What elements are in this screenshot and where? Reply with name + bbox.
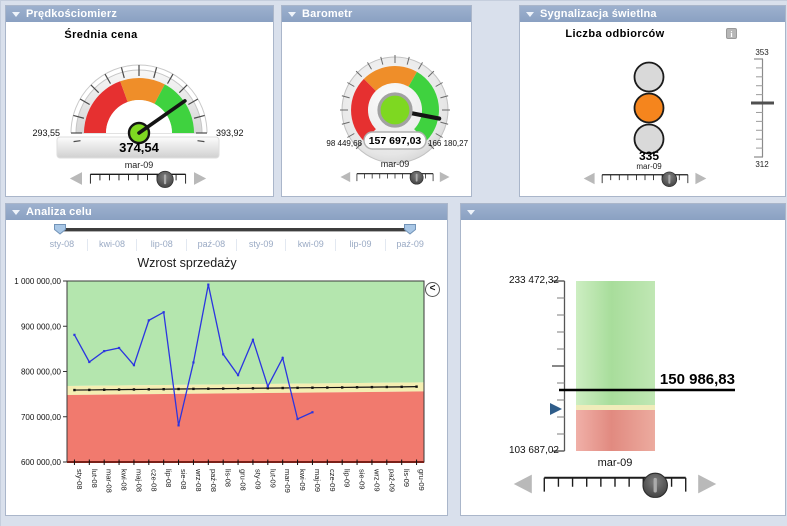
x-axis-tick-label: maj-09 bbox=[313, 469, 322, 492]
x-axis-tick-label: lis-08 bbox=[224, 469, 233, 487]
bar-scale-ticks bbox=[552, 281, 565, 451]
scale-max-label: 353 bbox=[748, 48, 776, 57]
panel-header bbox=[461, 204, 785, 220]
gauge-min-label: 98 449,68 bbox=[288, 139, 362, 148]
timeline-label: paź-08 bbox=[186, 239, 236, 251]
timeline-right-handle[interactable] bbox=[405, 225, 416, 235]
panel-goal-analysis: 1 000 000,00 900 000,00 800 000,00 700 000,… bbox=[5, 203, 448, 516]
timeline-label: sty-08 bbox=[37, 239, 87, 251]
period-slider[interactable] bbox=[511, 470, 719, 498]
period-slider[interactable] bbox=[582, 170, 708, 187]
x-axis-tick-label: sty-09 bbox=[253, 469, 262, 489]
metric-label: Liczba odbiorców bbox=[535, 28, 695, 40]
timeline-range-slider[interactable] bbox=[6, 222, 447, 238]
traffic-red-lamp bbox=[635, 63, 664, 92]
timeline-track[interactable] bbox=[60, 228, 410, 231]
x-axis-tick-label: paź-09 bbox=[387, 469, 396, 492]
panel-target-bar: 233 472,32 103 687,02 150 986,83 mar-09 bbox=[460, 203, 786, 516]
x-axis-tick-label: sie-09 bbox=[358, 469, 367, 489]
x-axis-tick-label: wrz-09 bbox=[372, 468, 381, 492]
target-value-label: 150 986,83 bbox=[593, 371, 735, 388]
period-label: mar-09 bbox=[565, 457, 665, 469]
x-axis-tick-label: lip-09 bbox=[343, 469, 352, 487]
gauge-max-label: 393,92 bbox=[216, 128, 272, 138]
x-axis-tick-label: kwi-09 bbox=[298, 469, 307, 491]
bar-red-zone bbox=[576, 410, 655, 451]
x-axis-tick-label: kwi-08 bbox=[120, 469, 129, 491]
band-below-target bbox=[67, 391, 424, 462]
collapse-arrow-icon[interactable] bbox=[12, 12, 20, 17]
collapse-arrow-icon[interactable] bbox=[12, 210, 20, 215]
panel-speedometer: Prędkościomierz Średnia cena 293,55 393,… bbox=[5, 5, 274, 197]
period-slider[interactable] bbox=[339, 169, 451, 185]
x-axis-tick-label: lut-09 bbox=[268, 469, 277, 488]
timeline-label: kwi-09 bbox=[285, 239, 335, 251]
panel-header: Barometr bbox=[282, 6, 471, 22]
traffic-amber-lamp bbox=[635, 94, 664, 123]
x-axis-tick-label: cze-09 bbox=[328, 469, 337, 492]
collapse-arrow-icon[interactable] bbox=[526, 12, 534, 17]
gauge-value: 157 697,03 bbox=[364, 135, 426, 147]
gauge-min-label: 293,55 bbox=[8, 128, 60, 138]
scale-max-label: 233 472,32 bbox=[469, 275, 559, 286]
panel-title: Sygnalizacja świetlna bbox=[540, 8, 657, 20]
y-axis-tick-label: 800 000,00 bbox=[21, 368, 62, 377]
scale-min-label: 103 687,02 bbox=[469, 445, 559, 456]
x-axis-tick-label: sty-08 bbox=[75, 469, 84, 489]
value-marker-icon[interactable] bbox=[550, 403, 562, 415]
x-axis-tick-label: gru-08 bbox=[239, 469, 248, 491]
panel-barometer: Barometr 98 449,68 166 180,27 157 697,03… bbox=[281, 5, 472, 197]
band-above-target bbox=[67, 281, 424, 386]
timeline-label: sty-09 bbox=[236, 239, 286, 251]
panel-header: Prędkościomierz bbox=[6, 6, 273, 22]
x-axis-tick-label: mar-09 bbox=[283, 469, 292, 493]
panel-header: Sygnalizacja świetlna bbox=[520, 6, 785, 22]
y-axis-tick-label: 900 000,00 bbox=[21, 322, 62, 331]
metric-label: Średnia cena bbox=[21, 29, 181, 41]
timeline-left-handle[interactable] bbox=[55, 225, 66, 235]
x-axis-tick-label: lis-09 bbox=[402, 469, 411, 487]
panel-title: Barometr bbox=[302, 8, 353, 20]
timeline-label: lip-09 bbox=[335, 239, 385, 251]
gauge-max-label: 166 180,27 bbox=[428, 139, 502, 148]
x-axis-tick-label: cze-08 bbox=[149, 469, 158, 492]
collapse-arrow-icon[interactable] bbox=[467, 210, 475, 215]
panel-traffic-light: Sygnalizacja świetlna Liczba odbiorców i… bbox=[519, 5, 786, 197]
x-axis-tick-label: gru-09 bbox=[417, 469, 426, 491]
panel-header: Analiza celu bbox=[6, 204, 447, 220]
period-label: mar-09 bbox=[345, 159, 445, 169]
y-axis-tick-label: 700 000,00 bbox=[21, 413, 62, 422]
timeline-label: paź-09 bbox=[385, 239, 435, 251]
period-slider[interactable] bbox=[68, 169, 208, 188]
traffic-value: 335 bbox=[614, 149, 684, 163]
panel-title: Prędkościomierz bbox=[26, 8, 117, 20]
x-axis-tick-label: maj-08 bbox=[134, 469, 143, 492]
gauge-hub bbox=[379, 94, 411, 126]
chart-title: Wzrost sprzedaży bbox=[47, 256, 327, 270]
timeline-labels: sty-08kwi-08lip-08paź-08sty-09kwi-09lip-… bbox=[37, 239, 435, 251]
x-axis-tick-label: sie-08 bbox=[179, 469, 188, 489]
bar-yellow-zone bbox=[576, 405, 655, 410]
info-icon[interactable]: i bbox=[726, 28, 737, 39]
x-axis-tick-label: lip-08 bbox=[164, 469, 173, 487]
x-axis-tick-label: paź-08 bbox=[209, 469, 218, 492]
x-axis-tick-label: lut-08 bbox=[90, 469, 99, 488]
chevron-left-button[interactable]: < bbox=[425, 282, 440, 297]
scale-min-label: 312 bbox=[748, 160, 776, 169]
collapse-arrow-icon[interactable] bbox=[288, 12, 296, 17]
timeline-label: kwi-08 bbox=[87, 239, 137, 251]
x-axis-tick-label: wrz-08 bbox=[194, 468, 203, 492]
timeline-label: lip-08 bbox=[136, 239, 186, 251]
panel-title: Analiza celu bbox=[26, 206, 92, 218]
y-axis-tick-label: 1 000 000,00 bbox=[14, 277, 61, 286]
y-axis-tick-label: 600 000,00 bbox=[21, 458, 62, 467]
x-axis-tick-label: mar-08 bbox=[105, 469, 114, 493]
gauge-value: 374,54 bbox=[77, 140, 201, 155]
dashboard: Prędkościomierz Średnia cena 293,55 393,… bbox=[0, 0, 787, 526]
